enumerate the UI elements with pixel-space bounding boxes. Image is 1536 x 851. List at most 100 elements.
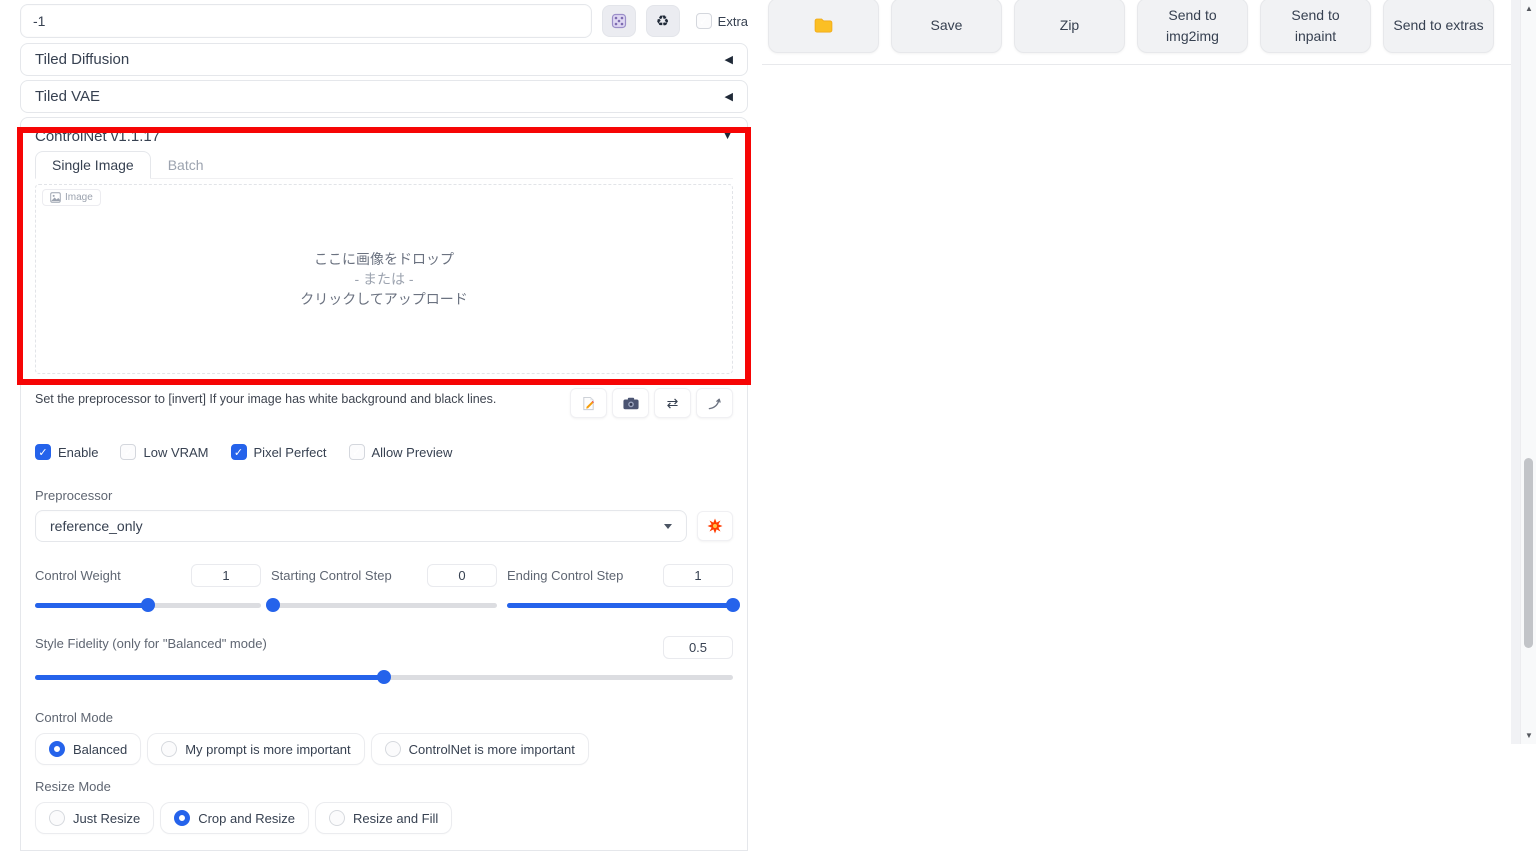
reuse-seed-button[interactable]: ♻ xyxy=(646,5,680,37)
preprocessor-dropdown[interactable]: reference_only xyxy=(35,510,687,542)
radio-icon xyxy=(329,810,345,826)
checkbox-label: Low VRAM xyxy=(143,445,208,460)
radio-icon xyxy=(385,741,401,757)
radio-controlnet-important[interactable]: ControlNet is more important xyxy=(371,733,589,765)
result-toolbar: Save Zip Send to img2img Send to inpaint… xyxy=(768,0,1494,53)
chevron-collapsed-icon: ◀ xyxy=(725,90,733,103)
result-area-divider xyxy=(762,64,1512,65)
checkbox-icon: ✓ xyxy=(35,444,51,460)
starting-step-group: Starting Control Step xyxy=(271,564,497,612)
seed-input[interactable] xyxy=(20,4,592,38)
unit-options-row: ✓ Enable ✓ Low VRAM ✓ Pixel Perfect ✓ Al… xyxy=(35,444,733,460)
ending-step-slider[interactable] xyxy=(507,598,733,612)
image-upload-dropzone[interactable]: Image ここに画像をドロップ - または - クリックしてアップロード xyxy=(35,184,733,374)
scrollbar-thumb[interactable] xyxy=(1524,458,1533,648)
send-to-extras-button[interactable]: Send to extras xyxy=(1383,0,1494,53)
tab-batch[interactable]: Batch xyxy=(151,151,221,178)
checkbox-icon: ✓ xyxy=(120,444,136,460)
radio-icon xyxy=(174,810,190,826)
send-to-img2img-button[interactable]: Send to img2img xyxy=(1137,0,1248,53)
image-chip-label: Image xyxy=(65,192,93,203)
new-canvas-icon xyxy=(581,396,596,411)
tab-label: Batch xyxy=(168,157,204,173)
radio-crop-and-resize[interactable]: Crop and Resize xyxy=(160,802,309,834)
starting-step-slider[interactable] xyxy=(271,598,497,612)
scroll-up-icon[interactable]: ▲ xyxy=(1521,4,1536,13)
radio-prompt-important[interactable]: My prompt is more important xyxy=(147,733,364,765)
checkbox-label: Enable xyxy=(58,445,98,460)
resize-mode-group: Resize Mode Just Resize Crop and Resize … xyxy=(35,779,733,834)
control-mode-group: Control Mode Balanced My prompt is more … xyxy=(35,710,733,765)
image-icon xyxy=(50,192,61,203)
dice-icon xyxy=(611,13,627,29)
allow-preview-checkbox[interactable]: ✓ Allow Preview xyxy=(349,444,453,460)
control-mode-label: Control Mode xyxy=(35,710,733,725)
control-weight-group: Control Weight xyxy=(35,564,261,612)
style-fidelity-input[interactable] xyxy=(663,636,733,659)
open-folder-button[interactable] xyxy=(768,0,879,53)
zip-button[interactable]: Zip xyxy=(1014,0,1125,53)
scroll-down-icon[interactable]: ▼ xyxy=(1521,731,1536,740)
slider-thumb[interactable] xyxy=(726,598,740,612)
dropzone-instructions: ここに画像をドロップ - または - クリックしてアップロード xyxy=(300,249,468,310)
control-weight-slider[interactable] xyxy=(35,598,261,612)
accordion-label: ControlNet v1.1.17 xyxy=(35,128,160,145)
checkbox-icon: ✓ xyxy=(696,13,712,29)
tab-single-image[interactable]: Single Image xyxy=(35,151,151,179)
enable-checkbox[interactable]: ✓ Enable xyxy=(35,444,98,460)
radio-resize-and-fill[interactable]: Resize and Fill xyxy=(315,802,452,834)
webcam-button[interactable] xyxy=(612,388,649,418)
run-preprocessor-button[interactable] xyxy=(697,511,733,541)
accordion-tiled-diffusion[interactable]: Tiled Diffusion ◀ xyxy=(20,43,748,76)
controlnet-panel: ControlNet v1.1.17 ▼ Single Image Batch … xyxy=(20,117,748,851)
ending-step-label: Ending Control Step xyxy=(507,568,623,583)
drop-line2: - または - xyxy=(300,269,468,289)
radio-icon xyxy=(161,741,177,757)
radio-label: Just Resize xyxy=(73,811,140,826)
mirror-webcam-icon: ⇄ xyxy=(667,395,679,412)
radio-balanced[interactable]: Balanced xyxy=(35,733,141,765)
accordion-label: Tiled Diffusion xyxy=(35,51,129,68)
starting-step-input[interactable] xyxy=(427,564,497,587)
canvas-tool-buttons: ⇄ xyxy=(570,388,733,418)
folder-icon xyxy=(814,18,833,33)
radio-icon xyxy=(49,810,65,826)
radio-label: Resize and Fill xyxy=(353,811,438,826)
accordion-tiled-vae[interactable]: Tiled VAE ◀ xyxy=(20,80,748,113)
ending-step-input[interactable] xyxy=(663,564,733,587)
preprocessor-value: reference_only xyxy=(50,518,143,534)
accordion-controlnet[interactable]: ControlNet v1.1.17 ▼ xyxy=(35,124,733,148)
extra-seed-checkbox[interactable]: ✓ Extra xyxy=(696,13,748,29)
chevron-down-icon xyxy=(664,524,672,529)
low-vram-checkbox[interactable]: ✓ Low VRAM xyxy=(120,444,208,460)
style-fidelity-slider[interactable] xyxy=(35,670,733,684)
resize-mode-label: Resize Mode xyxy=(35,779,733,794)
preprocessor-label: Preprocessor xyxy=(35,488,733,503)
chevron-collapsed-icon: ◀ xyxy=(725,53,733,66)
tab-label: Single Image xyxy=(52,157,134,173)
extra-seed-label: Extra xyxy=(718,14,748,29)
style-fidelity-group: Style Fidelity (only for "Balanced" mode… xyxy=(35,636,733,684)
random-seed-button[interactable] xyxy=(602,5,636,37)
seed-row: ♻ ✓ Extra xyxy=(20,4,748,38)
page-scrollbar[interactable]: ▲ ▼ xyxy=(1520,0,1536,744)
drop-line1: ここに画像をドロップ xyxy=(300,249,468,269)
mirror-webcam-button[interactable]: ⇄ xyxy=(654,388,691,418)
new-canvas-button[interactable] xyxy=(570,388,607,418)
control-weight-input[interactable] xyxy=(191,564,261,587)
slider-thumb[interactable] xyxy=(266,598,280,612)
radio-just-resize[interactable]: Just Resize xyxy=(35,802,154,834)
checkbox-icon: ✓ xyxy=(349,444,365,460)
save-button[interactable]: Save xyxy=(891,0,1002,53)
slider-thumb[interactable] xyxy=(141,598,155,612)
invert-note: Set the preprocessor to [invert] If your… xyxy=(35,388,496,406)
control-weight-label: Control Weight xyxy=(35,568,121,583)
slider-thumb[interactable] xyxy=(377,670,391,684)
send-to-inpaint-button[interactable]: Send to inpaint xyxy=(1260,0,1371,53)
send-dimensions-button[interactable] xyxy=(696,388,733,418)
controlnet-tabbar: Single Image Batch xyxy=(35,151,733,179)
pixel-perfect-checkbox[interactable]: ✓ Pixel Perfect xyxy=(231,444,327,460)
image-chip: Image xyxy=(42,189,101,206)
recycle-icon: ♻ xyxy=(656,12,669,30)
accordion-label: Tiled VAE xyxy=(35,88,100,105)
